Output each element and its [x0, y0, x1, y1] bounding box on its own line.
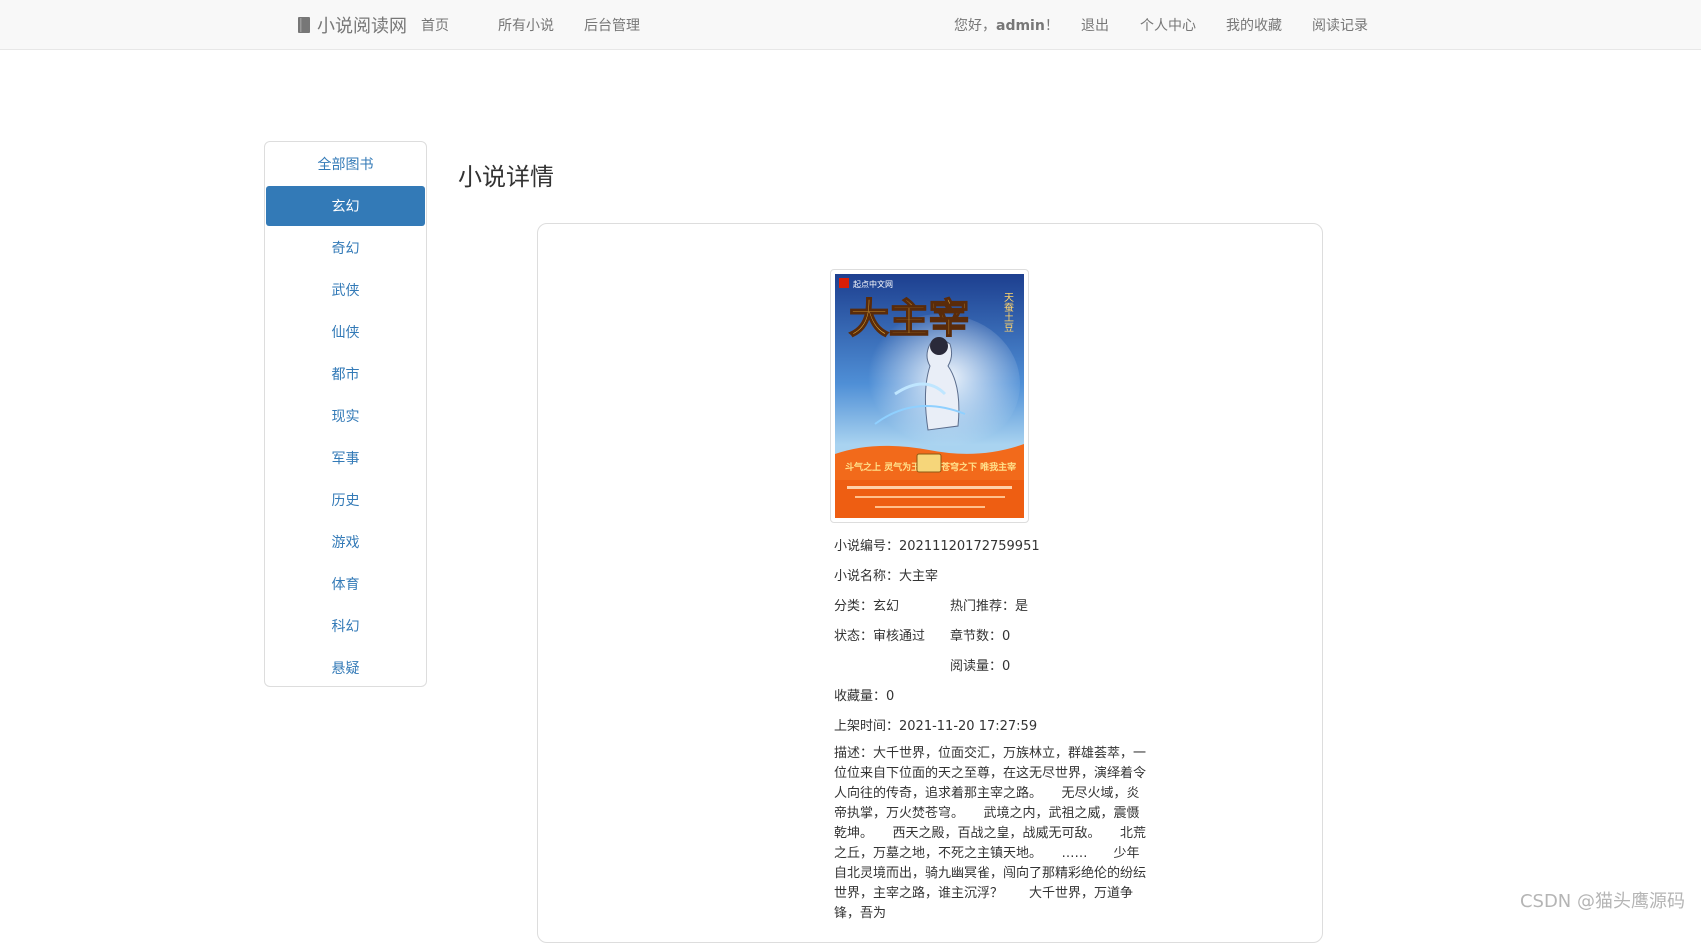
- brand-name: 小说阅读网: [317, 16, 407, 37]
- book-icon: [297, 16, 311, 34]
- favorite-count-value: 0: [886, 689, 895, 704]
- user-greeting: 您好，admin！: [954, 15, 1059, 35]
- category-label: 分类：: [834, 599, 874, 614]
- description-text: 大千世界，位面交汇，万族林立，群雄荟萃，一位位来自下位面的天之至尊，在这无尽世界…: [834, 746, 1147, 921]
- cover-author-art: 天蚕土豆: [1002, 292, 1014, 332]
- novel-name-label: 小说名称：: [834, 569, 900, 584]
- novel-name-row: 小说名称：大主宰: [834, 567, 938, 586]
- chapter-count-label: 章节数：: [950, 629, 1003, 644]
- novel-cover-image: 起点中文网 大主宰 天蚕土豆 斗气之上 灵气为王 苍穹之下 唯我主宰: [830, 269, 1029, 523]
- read-count-row: 阅读量：0: [950, 657, 1010, 676]
- status-row: 状态：审核通过: [834, 627, 926, 646]
- nav-profile-link[interactable]: 个人中心: [1140, 15, 1196, 35]
- chapter-count-value: 0: [1002, 629, 1011, 644]
- hot-recommend-value: 是: [1015, 599, 1029, 614]
- chapter-count-row: 章节数：0: [950, 627, 1010, 646]
- sidebar-item-xuanhuan[interactable]: 玄幻: [266, 186, 425, 226]
- hot-recommend-row: 热门推荐：是: [950, 597, 1028, 616]
- description-block: 描述：大千世界，位面交汇，万族林立，群雄荟萃，一位位来自下位面的天之至尊，在这无…: [834, 744, 1152, 924]
- novel-id-row: 小说编号：20211120172759951: [834, 537, 1040, 556]
- sidebar-item-qihuan[interactable]: 奇幻: [266, 228, 425, 268]
- read-count-label: 阅读量：: [950, 659, 1003, 674]
- top-navbar: 小说阅读网 首页 所有小说 后台管理 您好，admin！ 退出 个人中心 我的收…: [0, 0, 1701, 50]
- nav-logout-link[interactable]: 退出: [1081, 15, 1109, 35]
- greeting-suffix: ！: [1044, 18, 1059, 34]
- description-label: 描述：: [834, 746, 874, 761]
- shelf-time-value: 2021-11-20 17:27:59: [899, 719, 1038, 734]
- favorite-count-label: 收藏量：: [834, 689, 887, 704]
- hot-recommend-label: 热门推荐：: [950, 599, 1016, 614]
- sidebar-item-junshi[interactable]: 军事: [266, 438, 425, 478]
- shelf-time-label: 上架时间：: [834, 719, 900, 734]
- sidebar-item-dushi[interactable]: 都市: [266, 354, 425, 394]
- status-label: 状态：: [834, 629, 874, 644]
- sidebar-item-xuanyi[interactable]: 悬疑: [266, 648, 425, 688]
- cover-tagline-right: 苍穹之下 唯我主宰: [940, 461, 1016, 473]
- greeting-prefix: 您好，: [954, 18, 996, 34]
- cover-tagline-left: 斗气之上 灵气为王: [845, 461, 920, 473]
- read-count-value: 0: [1002, 659, 1011, 674]
- page-title: 小说详情: [458, 163, 554, 191]
- nav-home-link[interactable]: 首页: [421, 15, 449, 35]
- sidebar-item-wuxia[interactable]: 武侠: [266, 270, 425, 310]
- category-sidebar: 全部图书 玄幻 奇幻 武侠 仙侠 都市 现实 军事 历史 游戏 体育 科幻 悬疑: [264, 141, 427, 687]
- csdn-watermark: CSDN @猫头鹰源码: [1519, 891, 1685, 912]
- nav-admin-link[interactable]: 后台管理: [584, 15, 640, 35]
- sidebar-item-xianshi[interactable]: 现实: [266, 396, 425, 436]
- sidebar-item-tiyu[interactable]: 体育: [266, 564, 425, 604]
- sidebar-item-youxi[interactable]: 游戏: [266, 522, 425, 562]
- category-row: 分类：玄幻: [834, 597, 899, 616]
- cover-publisher: 起点中文网: [853, 279, 893, 289]
- sidebar-item-lishi[interactable]: 历史: [266, 480, 425, 520]
- sidebar-item-kehuan[interactable]: 科幻: [266, 606, 425, 646]
- brand-link[interactable]: 小说阅读网: [297, 13, 407, 37]
- username: admin: [996, 18, 1045, 34]
- shelf-time-row: 上架时间：2021-11-20 17:27:59: [834, 717, 1037, 736]
- favorite-count-row: 收藏量：0: [834, 687, 894, 706]
- status-value: 审核通过: [873, 629, 926, 644]
- nav-history-link[interactable]: 阅读记录: [1312, 15, 1368, 35]
- nav-all-novels-link[interactable]: 所有小说: [498, 15, 554, 35]
- novel-id-value: 20211120172759951: [899, 539, 1040, 554]
- novel-name-value: 大主宰: [899, 569, 939, 584]
- cover-title-art: 大主宰: [849, 295, 969, 342]
- nav-favorites-link[interactable]: 我的收藏: [1226, 15, 1282, 35]
- sidebar-item-all[interactable]: 全部图书: [266, 144, 425, 184]
- novel-id-label: 小说编号：: [834, 539, 900, 554]
- category-value: 玄幻: [873, 599, 900, 614]
- sidebar-item-xianxia[interactable]: 仙侠: [266, 312, 425, 352]
